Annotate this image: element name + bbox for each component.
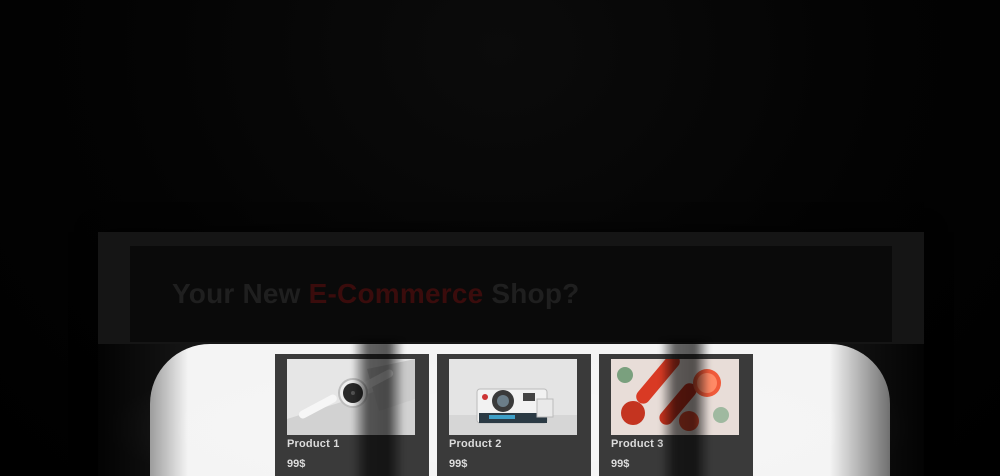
smartwatch-image xyxy=(287,359,415,435)
hero-title: Your New E-Commerce Shop? xyxy=(172,278,579,310)
hero-banner: Your New E-Commerce Shop? xyxy=(130,246,892,342)
product-card[interactable]: Product 2 99$ xyxy=(437,354,591,476)
product-price: 99$ xyxy=(287,458,306,470)
product-price: 99$ xyxy=(449,458,468,470)
hero-title-end: Shop? xyxy=(483,278,580,309)
product-name[interactable]: Product 1 xyxy=(287,438,340,450)
hero-title-start: Your New xyxy=(172,278,309,309)
grapefruit-image xyxy=(611,359,739,435)
product-name[interactable]: Product 3 xyxy=(611,438,664,450)
product-card[interactable]: Product 3 99$ xyxy=(599,354,753,476)
product-card[interactable]: Product 1 99$ xyxy=(275,354,429,476)
product-price: 99$ xyxy=(611,458,630,470)
hero-title-accent: E-Commerce xyxy=(308,278,484,309)
instant-camera-image xyxy=(449,359,577,435)
product-grid: Product 1 99$ Product 2 99$ Product 3 99… xyxy=(275,354,753,476)
product-name[interactable]: Product 2 xyxy=(449,438,502,450)
scene: Your New E-Commerce Shop? Product 1 99$ xyxy=(0,0,1000,476)
